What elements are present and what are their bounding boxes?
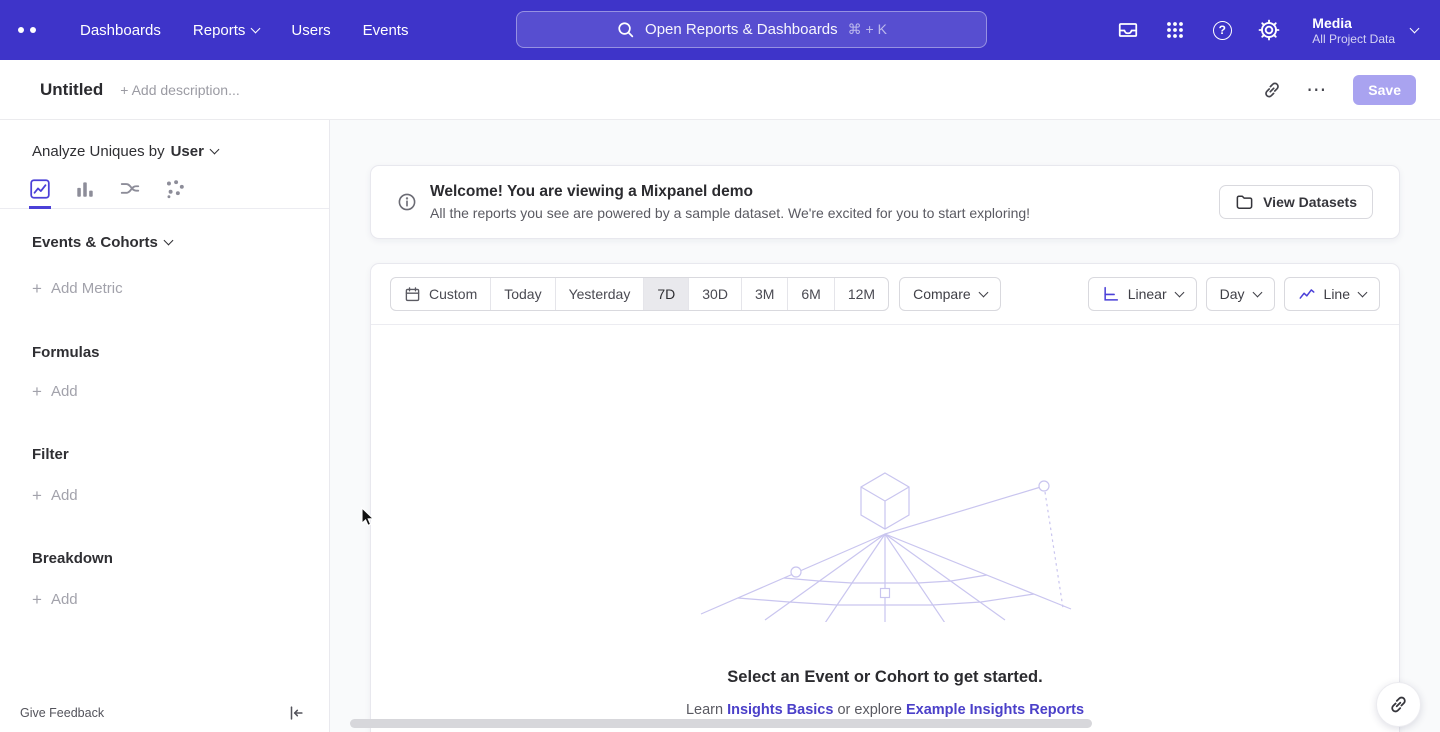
- chevron-down-icon: [1252, 287, 1262, 297]
- range-30d[interactable]: 30D: [688, 278, 741, 310]
- chart-toolbar: Custom Today Yesterday 7D 30D 3M 6M 12M …: [371, 264, 1399, 325]
- more-menu-button[interactable]: ⋯: [1301, 75, 1331, 105]
- inbox-icon[interactable]: [1116, 18, 1140, 42]
- chevron-down-icon: [1410, 23, 1420, 33]
- project-switcher[interactable]: Media All Project Data: [1312, 15, 1418, 46]
- chevron-down-icon: [163, 236, 173, 246]
- date-range-picker: Custom Today Yesterday 7D 30D 3M 6M 12M: [390, 277, 889, 311]
- add-filter-button[interactable]: + Add: [32, 487, 329, 504]
- settings-gear-icon[interactable]: [1257, 18, 1281, 42]
- info-icon: [397, 192, 417, 212]
- scale-dropdown[interactable]: Linear: [1088, 277, 1197, 311]
- search-placeholder: Open Reports & Dashboards: [645, 21, 838, 38]
- primary-nav: Dashboards Reports Users Events: [80, 22, 408, 39]
- query-builder-sidebar: Analyze Uniques by User: [0, 120, 330, 732]
- link-icon: [1262, 80, 1282, 100]
- plus-icon: +: [32, 592, 42, 607]
- scatter-dots-icon: [164, 178, 186, 200]
- ellipsis-icon: ⋯: [1306, 77, 1326, 102]
- add-formula-button[interactable]: + Add: [32, 383, 329, 400]
- example-reports-link[interactable]: Example Insights Reports: [906, 702, 1084, 718]
- share-link-fab[interactable]: [1376, 682, 1421, 727]
- banner-body: All the reports you see are powered by a…: [430, 205, 1030, 221]
- chevron-down-icon: [251, 23, 261, 33]
- plus-icon: +: [32, 281, 42, 296]
- help-icon[interactable]: ?: [1210, 18, 1234, 42]
- tab-more-chart-types[interactable]: [164, 171, 186, 209]
- flow-sankey-icon: [119, 178, 141, 200]
- top-nav: Dashboards Reports Users Events Open Rep…: [0, 0, 1440, 60]
- copy-link-button[interactable]: [1257, 75, 1287, 105]
- nav-users[interactable]: Users: [291, 22, 330, 39]
- chart-type-dropdown[interactable]: Line: [1284, 277, 1380, 311]
- demo-welcome-banner: Welcome! You are viewing a Mixpanel demo…: [370, 165, 1400, 239]
- chevron-down-icon: [978, 287, 988, 297]
- report-header: Untitled + Add description... ⋯ Save: [0, 60, 1440, 120]
- formulas-section: Formulas: [32, 344, 329, 361]
- empty-state-illustration: [695, 470, 1075, 622]
- save-button[interactable]: Save: [1353, 75, 1416, 105]
- range-today[interactable]: Today: [490, 278, 554, 310]
- breakdown-section: Breakdown: [32, 550, 329, 567]
- granularity-dropdown[interactable]: Day: [1206, 277, 1275, 311]
- insights-basics-link[interactable]: Insights Basics: [727, 702, 833, 718]
- empty-state-title: Select an Event or Cohort to get started…: [727, 668, 1042, 687]
- visualization-tabs: [0, 171, 329, 209]
- nav-events[interactable]: Events: [363, 22, 409, 39]
- project-name: Media: [1312, 15, 1395, 32]
- give-feedback-link[interactable]: Give Feedback: [20, 706, 104, 720]
- link-icon: [1388, 694, 1409, 715]
- analyze-by-dropdown[interactable]: User: [171, 143, 218, 160]
- tab-flow-chart[interactable]: [119, 171, 141, 209]
- collapse-sidebar-button[interactable]: [287, 704, 305, 722]
- events-cohorts-section[interactable]: Events & Cohorts: [32, 234, 329, 251]
- add-breakdown-button[interactable]: + Add: [32, 591, 329, 608]
- project-scope: All Project Data: [1312, 32, 1395, 46]
- logo-dot-icon: [18, 27, 24, 33]
- chevron-down-icon: [209, 145, 219, 155]
- nav-reports[interactable]: Reports: [193, 22, 260, 39]
- range-7d[interactable]: 7D: [643, 278, 688, 310]
- global-search-input[interactable]: Open Reports & Dashboards ⌘ + K: [516, 11, 987, 48]
- banner-title: Welcome! You are viewing a Mixpanel demo: [430, 183, 1030, 201]
- nav-utilities: ? Media All Project Data: [1116, 15, 1418, 46]
- search-icon: [616, 20, 635, 39]
- tab-insights-chart[interactable]: [29, 171, 51, 209]
- linear-scale-icon: [1102, 285, 1120, 303]
- folder-icon: [1235, 193, 1254, 212]
- horizontal-scrollbar-thumb[interactable]: [350, 719, 1092, 728]
- mixpanel-insights-app: Dashboards Reports Users Events Open Rep…: [0, 0, 1440, 732]
- collapse-left-icon: [287, 704, 305, 722]
- mixpanel-logo[interactable]: [18, 27, 64, 33]
- range-12m[interactable]: 12M: [834, 278, 888, 310]
- report-canvas: Welcome! You are viewing a Mixpanel demo…: [330, 120, 1440, 732]
- bar-chart-icon: [74, 178, 96, 200]
- nav-dashboards[interactable]: Dashboards: [80, 22, 161, 39]
- add-metric-button[interactable]: + Add Metric: [32, 280, 329, 297]
- line-chart-icon: [29, 178, 51, 200]
- plus-icon: +: [32, 384, 42, 399]
- report-title[interactable]: Untitled: [40, 80, 103, 100]
- chevron-down-icon: [1174, 287, 1184, 297]
- add-description-field[interactable]: + Add description...: [120, 82, 239, 98]
- insights-report-card: Custom Today Yesterday 7D 30D 3M 6M 12M …: [370, 263, 1400, 732]
- range-yesterday[interactable]: Yesterday: [555, 278, 644, 310]
- empty-state-links: Learn Insights Basics or explore Example…: [686, 702, 1084, 718]
- empty-state: Select an Event or Cohort to get started…: [371, 325, 1399, 718]
- view-datasets-button[interactable]: View Datasets: [1219, 185, 1373, 219]
- search-shortcut: ⌘ + K: [848, 21, 887, 38]
- logo-dot-icon: [30, 27, 36, 33]
- calendar-icon: [404, 286, 421, 303]
- chevron-down-icon: [1358, 287, 1368, 297]
- range-6m[interactable]: 6M: [787, 278, 833, 310]
- trend-line-icon: [1298, 285, 1316, 303]
- apps-grid-icon[interactable]: [1163, 18, 1187, 42]
- compare-button[interactable]: Compare: [899, 277, 1001, 311]
- analyze-label: Analyze Uniques by: [32, 143, 165, 160]
- tab-bar-chart[interactable]: [74, 171, 96, 209]
- range-3m[interactable]: 3M: [741, 278, 787, 310]
- range-custom[interactable]: Custom: [391, 278, 490, 310]
- plus-icon: +: [32, 488, 42, 503]
- filter-section: Filter: [32, 446, 329, 463]
